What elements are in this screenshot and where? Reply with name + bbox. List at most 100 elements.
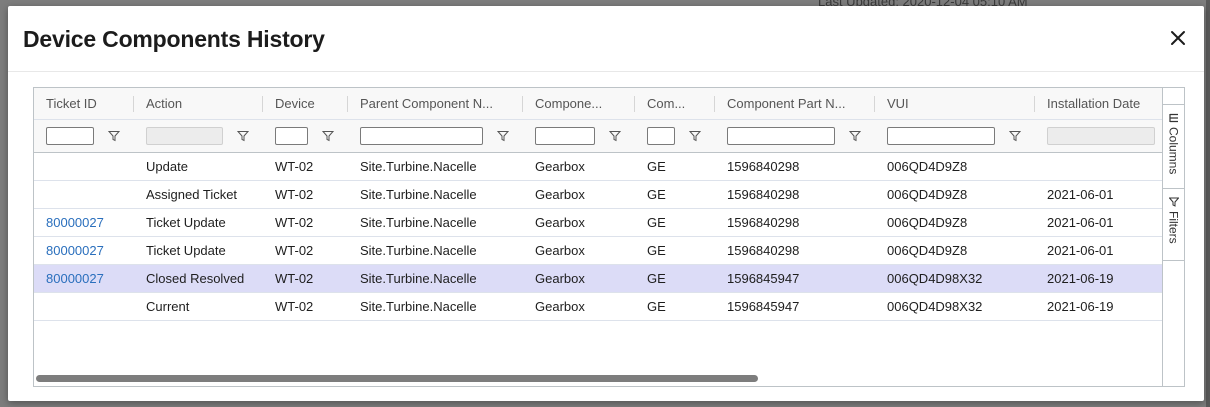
filter-icon[interactable] xyxy=(497,130,509,142)
header-row: Ticket ID Action Device Parent Component N.… xyxy=(34,88,1163,120)
cell-ticket-id xyxy=(34,153,134,180)
cell-parent: Site.Turbine.Nacelle xyxy=(360,159,477,174)
cell-install: 2021-06-19 xyxy=(1047,299,1114,314)
filter-icon[interactable] xyxy=(237,130,249,142)
cell-parent: Site.Turbine.Nacelle xyxy=(360,187,477,202)
cell-device: WT-02 xyxy=(275,271,314,286)
cell-ticket-id[interactable]: 80000027 xyxy=(34,237,134,264)
cell-component: Gearbox xyxy=(535,243,585,258)
horizontal-scrollbar[interactable] xyxy=(36,375,758,382)
column-header-part[interactable]: Component Part N... xyxy=(715,88,875,119)
cell-part: 1596840298 xyxy=(727,215,800,230)
column-header-action[interactable]: Action xyxy=(134,88,263,119)
column-header-label: Device xyxy=(275,96,315,111)
cell-ticket-id[interactable]: 80000027 xyxy=(34,265,134,292)
cell-ticket-id xyxy=(34,181,134,208)
cell-action: Ticket Update xyxy=(146,243,226,258)
cell-com: GE xyxy=(647,271,666,286)
history-grid: Ticket ID Action Device Parent Component N.… xyxy=(33,87,1185,387)
cell-device: WT-02 xyxy=(275,159,314,174)
cell-parent: Site.Turbine.Nacelle xyxy=(360,271,477,286)
filters-panel-button[interactable]: Filters xyxy=(1163,189,1184,261)
filter-cell-action xyxy=(134,120,263,152)
cell-ticket-id[interactable]: 80000027 xyxy=(34,209,134,236)
cell-install xyxy=(1035,153,1163,180)
cell-vui: 006QD4D9Z8 xyxy=(887,187,968,202)
cell-device: WT-02 xyxy=(275,243,314,258)
filter-cell-com xyxy=(635,120,715,152)
side-panel-top xyxy=(1163,88,1184,105)
cell-parent: Site.Turbine.Nacelle xyxy=(360,243,477,258)
filter-input-install xyxy=(1047,127,1155,145)
cell-vui: 006QD4D9Z8 xyxy=(887,243,968,258)
filter-cell-install xyxy=(1035,120,1163,152)
columns-panel-button[interactable]: Columns xyxy=(1163,105,1184,189)
cell-action: Closed Resolved xyxy=(146,271,245,286)
filter-icon[interactable] xyxy=(1009,130,1021,142)
filter-input-component[interactable] xyxy=(535,127,595,145)
close-button[interactable] xyxy=(1166,26,1190,50)
column-header-label: Action xyxy=(146,96,183,111)
backdrop-strip xyxy=(1206,0,1210,407)
column-header-label: VUI xyxy=(887,96,909,111)
table-row[interactable]: Update WT-02 Site.Turbine.Nacelle Gearbox GE… xyxy=(34,153,1163,181)
filters-label: Filters xyxy=(1166,211,1181,244)
grid-viewport: Ticket ID Action Device Parent Component N.… xyxy=(34,88,1163,386)
filter-icon[interactable] xyxy=(322,130,334,142)
cell-action: Current xyxy=(146,299,190,314)
cell-vui: 006QD4D98X32 xyxy=(887,299,983,314)
filter-input-ticket-id[interactable] xyxy=(46,127,94,145)
cell-action: Update xyxy=(146,159,188,174)
column-header-vui[interactable]: VUI xyxy=(875,88,1035,119)
filter-input-device[interactable] xyxy=(275,127,308,145)
filter-cell-vui xyxy=(875,120,1035,152)
column-header-ticket-id[interactable]: Ticket ID xyxy=(34,88,134,119)
columns-label: Columns xyxy=(1166,127,1181,175)
filter-icon[interactable] xyxy=(689,130,701,142)
cell-component: Gearbox xyxy=(535,159,585,174)
cell-part: 1596845947 xyxy=(727,299,800,314)
cell-com: GE xyxy=(647,299,666,314)
filter-icon[interactable] xyxy=(849,130,861,142)
filter-input-vui[interactable] xyxy=(887,127,995,145)
filter-row xyxy=(34,120,1163,153)
cell-ticket-id xyxy=(34,293,134,320)
filter-input-part[interactable] xyxy=(727,127,835,145)
cell-part: 1596840298 xyxy=(727,243,800,258)
cell-parent: Site.Turbine.Nacelle xyxy=(360,215,477,230)
filter-icon[interactable] xyxy=(609,130,621,142)
column-header-parent[interactable]: Parent Component N... xyxy=(348,88,523,119)
column-header-component[interactable]: Compone... xyxy=(523,88,635,119)
close-icon xyxy=(1171,31,1185,45)
cell-part: 1596840298 xyxy=(727,159,800,174)
filter-icon[interactable] xyxy=(108,130,120,142)
cell-device: WT-02 xyxy=(275,299,314,314)
filter-cell-parent xyxy=(348,120,523,152)
filter-input-action xyxy=(146,127,223,145)
table-row[interactable]: 80000027 Ticket Update WT-02 Site.Turbine.N… xyxy=(34,237,1163,265)
table-row[interactable]: 80000027 Closed Resolved WT-02 Site.Turbine… xyxy=(34,265,1163,293)
column-header-device[interactable]: Device xyxy=(263,88,348,119)
cell-component: Gearbox xyxy=(535,187,585,202)
cell-action: Ticket Update xyxy=(146,215,226,230)
cell-device: WT-02 xyxy=(275,187,314,202)
column-header-label: Installation Date xyxy=(1047,96,1141,111)
side-panel: Columns Filters xyxy=(1162,88,1184,386)
cell-vui: 006QD4D98X32 xyxy=(887,271,983,286)
filter-input-com[interactable] xyxy=(647,127,675,145)
table-row[interactable]: 80000027 Ticket Update WT-02 Site.Turbine.N… xyxy=(34,209,1163,237)
cell-component: Gearbox xyxy=(535,215,585,230)
column-header-install[interactable]: Installation Date xyxy=(1035,88,1163,119)
filter-cell-ticket-id xyxy=(34,120,134,152)
modal-header: Device Components History xyxy=(8,6,1204,72)
cell-vui: 006QD4D9Z8 xyxy=(887,215,968,230)
table-row[interactable]: Current WT-02 Site.Turbine.Nacelle Gearbox G… xyxy=(34,293,1163,321)
cell-component: Gearbox xyxy=(535,271,585,286)
column-header-label: Compone... xyxy=(535,96,603,111)
filter-input-parent[interactable] xyxy=(360,127,483,145)
column-header-com[interactable]: Com... xyxy=(635,88,715,119)
cell-com: GE xyxy=(647,187,666,202)
table-row[interactable]: Assigned Ticket WT-02 Site.Turbine.Nacelle… xyxy=(34,181,1163,209)
column-header-label: Com... xyxy=(647,96,686,111)
grid-rows: Update WT-02 Site.Turbine.Nacelle Gearbox GE… xyxy=(34,153,1163,321)
